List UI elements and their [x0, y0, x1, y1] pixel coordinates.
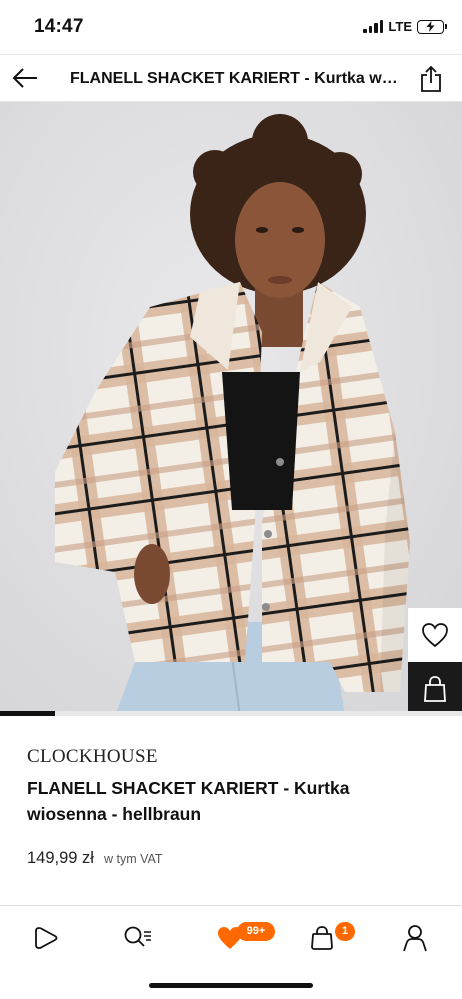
product-brand[interactable]: CLOCKHOUSE: [27, 746, 158, 768]
gallery-progress-fill: [0, 711, 56, 716]
back-button[interactable]: [8, 61, 42, 95]
shopping-bag-icon: [424, 676, 446, 702]
product-image-gallery[interactable]: [0, 102, 462, 716]
play-icon: [35, 927, 58, 949]
page-title: FLANELL SHACKET KARIERT - Kurtka wiosenn…: [70, 70, 400, 87]
product-detail-screen: 14:47 LTE FLANELL SHACKET KARIERT - Kurt…: [0, 0, 462, 999]
cart-count-badge: 1: [335, 922, 355, 941]
tab-search[interactable]: [118, 918, 158, 958]
share-icon: [421, 65, 441, 92]
tab-cart[interactable]: [302, 918, 342, 958]
status-time: 14:47: [34, 16, 84, 37]
vat-note: w tym VAT: [103, 852, 163, 866]
wishlist-count-badge: 99+: [237, 922, 275, 941]
bag-icon: [311, 926, 333, 950]
tab-home[interactable]: [26, 918, 66, 958]
add-to-wishlist-button[interactable]: [408, 608, 462, 662]
product-photo: [0, 102, 462, 716]
add-to-bag-button[interactable]: [408, 662, 462, 716]
signal-icon: [363, 20, 384, 33]
product-name: FLANELL SHACKET KARIERT - Kurtka wiosenn…: [27, 778, 350, 824]
tab-account[interactable]: [395, 918, 435, 958]
share-button[interactable]: [416, 63, 446, 95]
home-indicator[interactable]: [149, 983, 313, 988]
product-price: 149,99 zł: [27, 849, 94, 867]
person-icon: [403, 925, 427, 952]
heart-icon: [422, 623, 448, 648]
battery-charging-icon: [417, 19, 447, 34]
network-label: LTE: [388, 19, 412, 34]
status-indicators: LTE: [363, 19, 447, 34]
arrow-left-icon: [12, 68, 37, 88]
gallery-progress-bar: [0, 711, 462, 716]
search-list-icon: [124, 926, 151, 947]
status-bar: 14:47 LTE: [0, 0, 462, 54]
top-nav-bar: FLANELL SHACKET KARIERT - Kurtka wiosenn…: [0, 54, 462, 102]
price-row: 149,99 zł w tym VAT: [27, 849, 163, 868]
